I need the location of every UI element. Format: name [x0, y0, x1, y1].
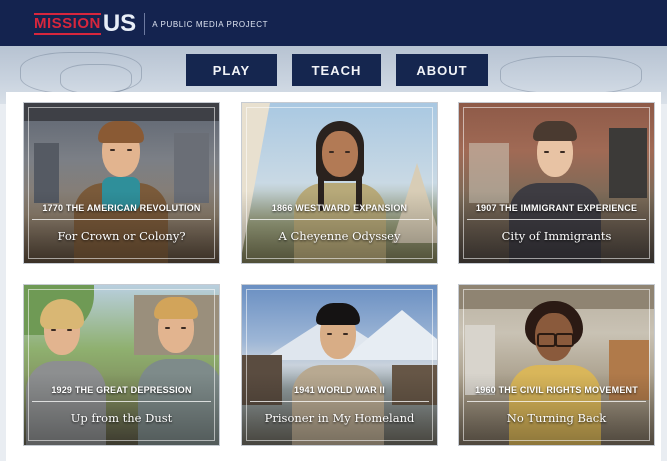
- caption-divider: [250, 401, 429, 402]
- mission-card-1866[interactable]: 1866 WESTWARD EXPANSION A Cheyenne Odyss…: [241, 102, 438, 264]
- mission-era-label: 1866 WESTWARD EXPANSION: [271, 203, 408, 213]
- map-contour: [500, 56, 642, 94]
- mission-title: No Turning Back: [506, 411, 607, 425]
- mission-title: Prisoner in My Homeland: [264, 411, 415, 425]
- mission-card-1941[interactable]: 1941 WORLD WAR II Prisoner in My Homelan…: [241, 284, 438, 446]
- mission-era-label: 1941 WORLD WAR II: [294, 385, 385, 395]
- mission-us-logo[interactable]: MISSION US A PUBLIC MEDIA PROJECT: [34, 11, 268, 37]
- mission-title: City of Immigrants: [501, 229, 612, 243]
- mission-title: A Cheyenne Odyssey: [278, 229, 401, 243]
- mission-era-label: 1770 THE AMERICAN REVOLUTION: [42, 203, 201, 213]
- map-contour: [60, 64, 132, 94]
- caption-divider: [250, 219, 429, 220]
- logo-us-text: US: [102, 10, 137, 37]
- caption-divider: [32, 401, 211, 402]
- mission-card-1770[interactable]: 1770 THE AMERICAN REVOLUTION For Crown o…: [23, 102, 220, 264]
- caption-divider: [467, 219, 646, 220]
- caption-divider: [467, 401, 646, 402]
- caption-divider: [32, 219, 211, 220]
- mission-card-1929[interactable]: 1929 THE GREAT DEPRESSION Up from the Du…: [23, 284, 220, 446]
- logo-tagline: A PUBLIC MEDIA PROJECT: [152, 19, 269, 29]
- mission-era-label: 1960 THE CIVIL RIGHTS MOVEMENT: [475, 385, 638, 395]
- mission-title: Up from the Dust: [70, 411, 173, 425]
- mission-era-label: 1929 THE GREAT DEPRESSION: [51, 385, 192, 395]
- logo-mission-text: MISSION: [34, 13, 101, 35]
- nav-play-button[interactable]: PLAY: [186, 54, 277, 86]
- mission-card-1907[interactable]: 1907 THE IMMIGRANT EXPERIENCE City of Im…: [458, 102, 655, 264]
- main-nav: PLAY TEACH ABOUT: [186, 54, 488, 86]
- mission-title: For Crown or Colony?: [57, 229, 186, 243]
- mission-era-label: 1907 THE IMMIGRANT EXPERIENCE: [475, 203, 638, 213]
- nav-teach-button[interactable]: TEACH: [292, 54, 381, 86]
- header-bar: MISSION US A PUBLIC MEDIA PROJECT: [0, 0, 667, 46]
- logo-divider: [144, 13, 146, 35]
- mission-card-1960[interactable]: 1960 THE CIVIL RIGHTS MOVEMENT No Turnin…: [458, 284, 655, 446]
- missions-panel: 1770 THE AMERICAN REVOLUTION For Crown o…: [6, 92, 661, 461]
- nav-about-button[interactable]: ABOUT: [396, 54, 488, 86]
